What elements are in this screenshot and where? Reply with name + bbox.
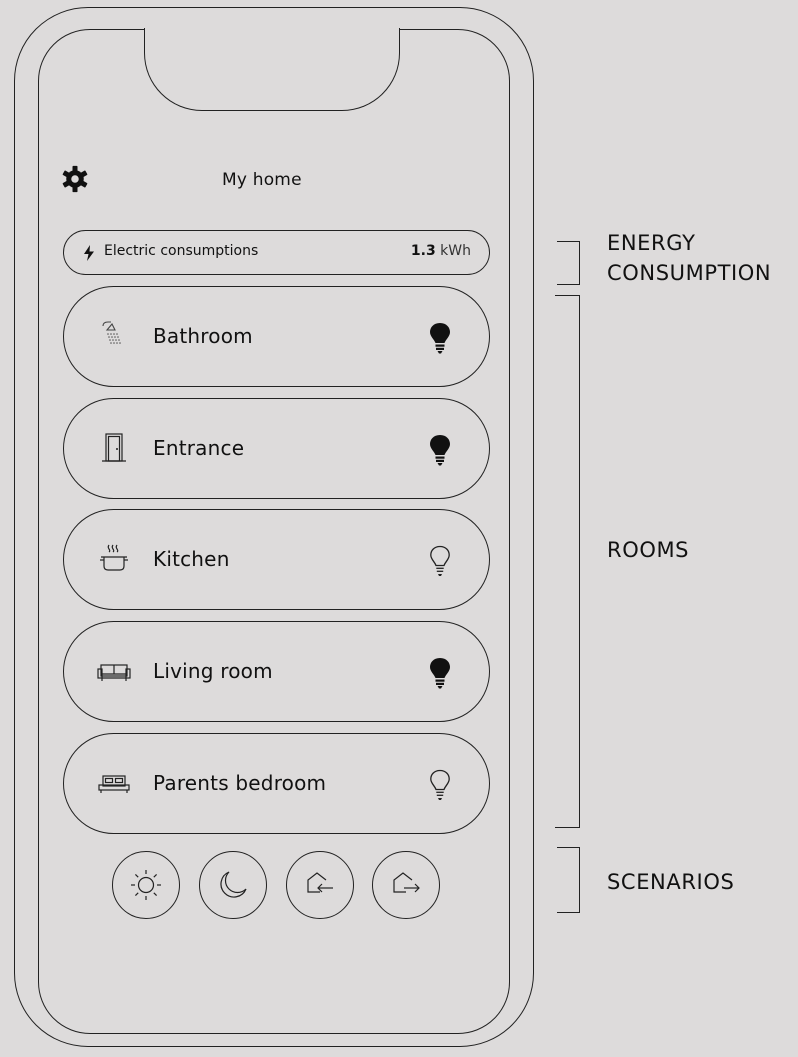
lightbulb-off-icon[interactable] <box>428 768 452 802</box>
room-card-bathroom[interactable]: Bathroom <box>63 286 490 387</box>
cooking-pot-icon <box>100 544 128 571</box>
rooms-bracket <box>555 295 580 828</box>
home-leave-icon <box>393 872 420 893</box>
shower-icon <box>102 321 121 344</box>
room-card-parents-bedroom[interactable]: Parents bedroom <box>63 733 490 834</box>
annotation-scenarios: SCENARIOS <box>607 870 735 894</box>
gear-icon[interactable] <box>60 164 90 194</box>
scenario-night-button[interactable] <box>199 851 267 919</box>
energy-value: 1.3 kWh <box>411 243 471 259</box>
lightbulb-on-icon[interactable] <box>428 433 452 467</box>
sofa-icon <box>97 664 131 681</box>
room-card-living-room[interactable]: Living room <box>63 621 490 722</box>
annotation-energy-line2: CONSUMPTION <box>607 261 772 285</box>
energy-label: Electric consumptions <box>104 243 259 259</box>
energy-consumption-bar[interactable]: Electric consumptions 1.3 kWh <box>63 230 490 275</box>
room-card-entrance[interactable]: Entrance <box>63 398 490 499</box>
lightning-icon <box>84 245 94 261</box>
phone-notch <box>144 28 400 111</box>
room-label: Entrance <box>153 436 245 460</box>
room-card-kitchen[interactable]: Kitchen <box>63 509 490 610</box>
room-label: Kitchen <box>153 547 230 571</box>
moon-icon <box>220 871 247 898</box>
scenario-arrive-home-button[interactable] <box>286 851 354 919</box>
bed-icon <box>98 775 130 793</box>
scenario-day-button[interactable] <box>112 851 180 919</box>
lightbulb-off-icon[interactable] <box>428 544 452 578</box>
scenarios-bracket <box>557 847 580 913</box>
door-icon <box>102 433 126 462</box>
annotation-rooms: ROOMS <box>607 538 690 562</box>
home-arrive-icon <box>307 872 333 893</box>
scenario-leave-home-button[interactable] <box>372 851 440 919</box>
room-label: Bathroom <box>153 324 253 348</box>
lightbulb-on-icon[interactable] <box>428 321 452 355</box>
lightbulb-on-icon[interactable] <box>428 656 452 690</box>
energy-bracket <box>557 241 580 285</box>
energy-annotation: ENERGY CONSUMPTION <box>607 228 771 288</box>
energy-amount: 1.3 <box>410 243 436 259</box>
room-label: Parents bedroom <box>153 771 327 795</box>
room-label: Living room <box>153 659 273 683</box>
energy-unit: kWh <box>440 243 471 259</box>
page-title: My home <box>222 170 302 190</box>
annotation-energy-line1: ENERGY <box>607 231 696 255</box>
sun-icon <box>131 870 161 900</box>
